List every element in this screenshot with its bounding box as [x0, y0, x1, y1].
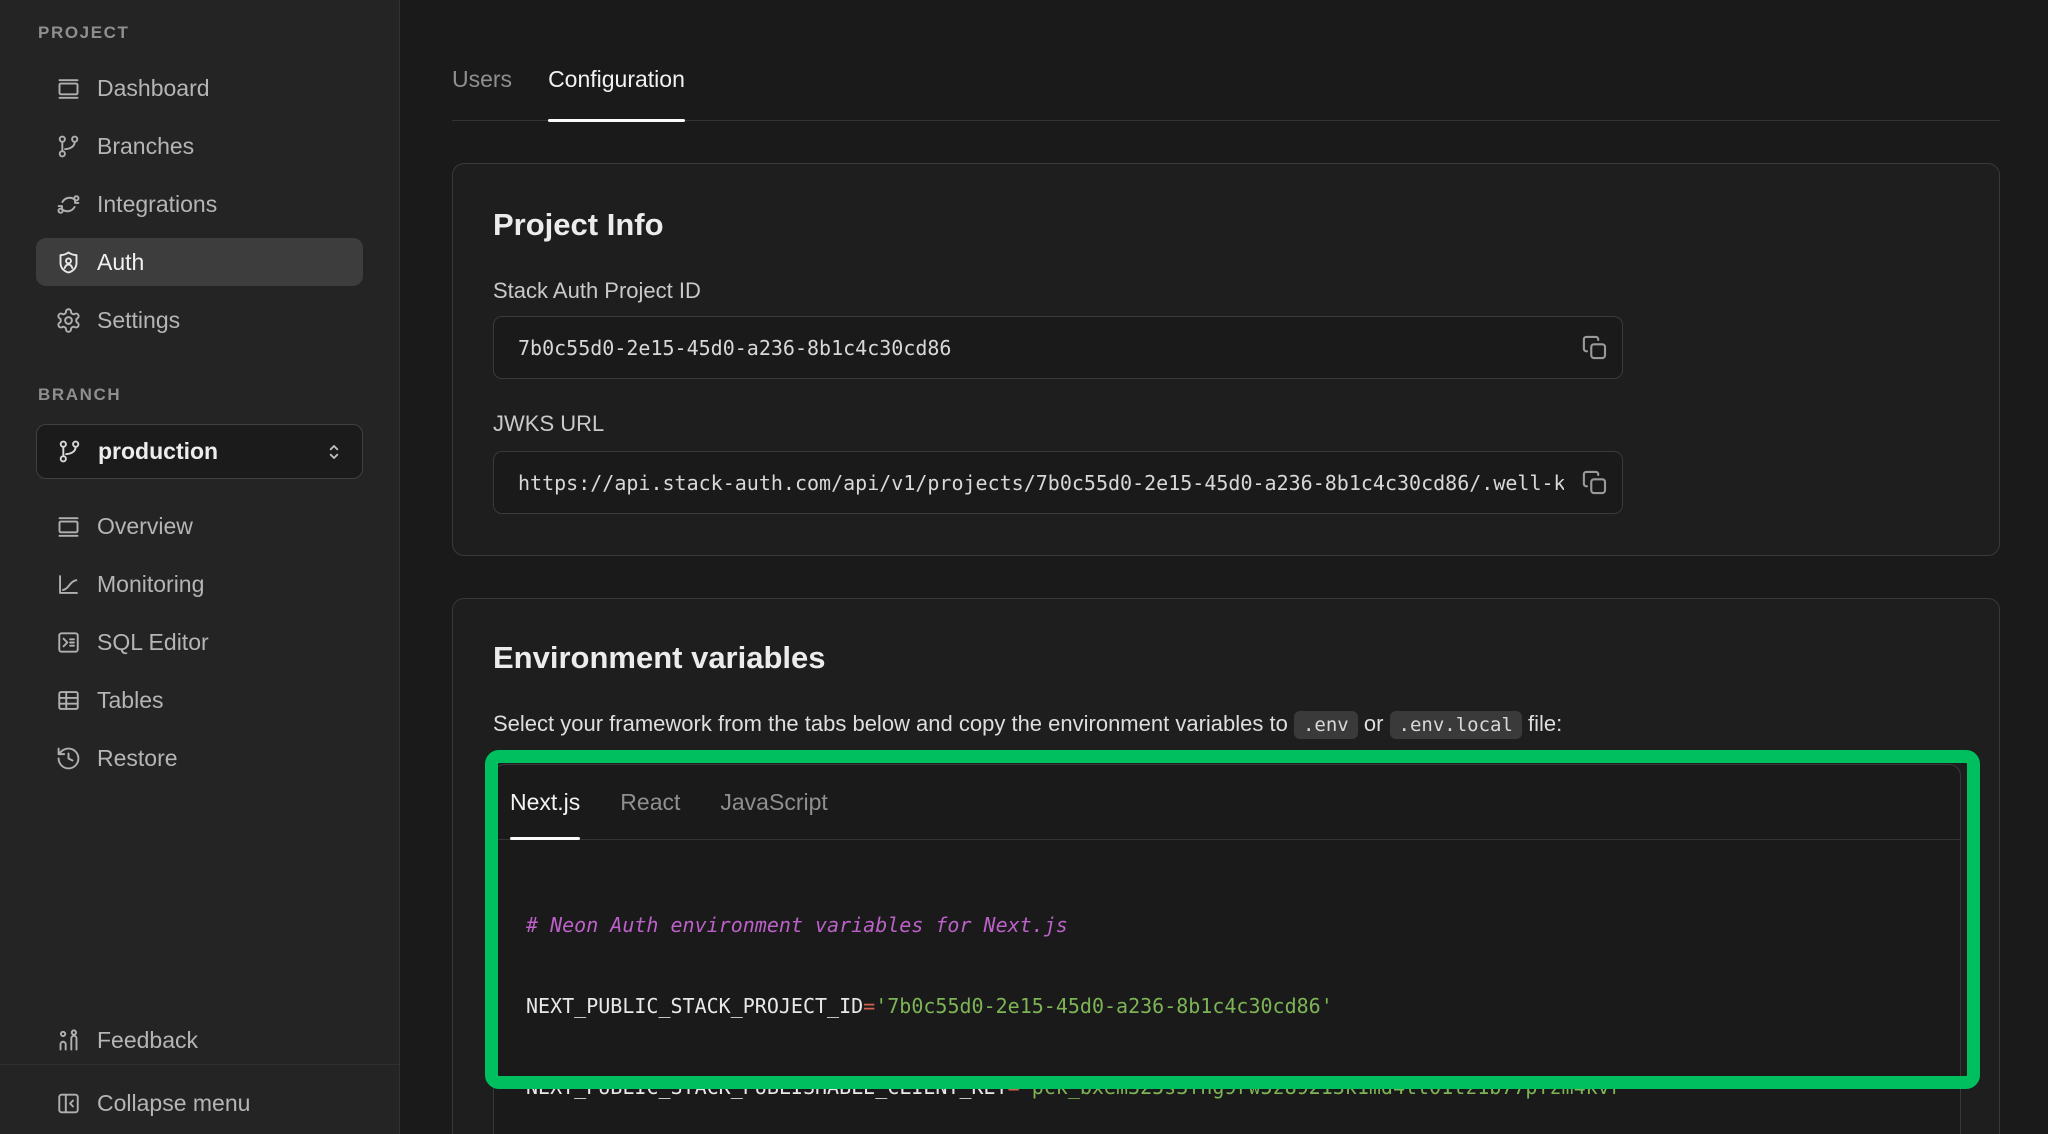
env-local-file-chip: .env.local [1390, 711, 1522, 739]
branch-section-label: BRANCH [36, 385, 363, 405]
sidebar-item-monitoring[interactable]: Monitoring [36, 560, 363, 608]
sidebar-item-label: Collapse menu [97, 1090, 250, 1117]
settings-gear-icon [55, 307, 82, 334]
page-tabs: Users Configuration [452, 64, 2000, 121]
sidebar: PROJECT Dashboard Branches [0, 0, 400, 1134]
monitoring-chart-icon [55, 571, 82, 598]
sidebar-item-dashboard[interactable]: Dashboard [36, 64, 363, 112]
sidebar-item-restore[interactable]: Restore [36, 734, 363, 782]
description-text: Select your framework from the tabs belo… [493, 711, 1294, 736]
tab-javascript[interactable]: JavaScript [720, 765, 827, 839]
code-equals: = [863, 994, 875, 1018]
sidebar-item-label: Integrations [97, 191, 217, 218]
overview-icon [55, 513, 82, 540]
sidebar-item-label: Monitoring [97, 571, 204, 598]
env-snippet-widget: Next.js React JavaScript # Neon Auth env… [493, 764, 1961, 1134]
framework-tabs: Next.js React JavaScript [494, 765, 1960, 840]
sidebar-item-feedback[interactable]: Feedback [36, 1016, 363, 1064]
sidebar-item-label: Branches [97, 133, 194, 160]
environment-variables-description: Select your framework from the tabs belo… [493, 707, 1959, 742]
copy-icon [1580, 468, 1610, 498]
panel-collapse-icon [55, 1090, 82, 1117]
tab-users[interactable]: Users [452, 64, 512, 120]
branches-icon [55, 133, 82, 160]
sidebar-item-label: SQL Editor [97, 629, 209, 656]
tables-grid-icon [55, 687, 82, 714]
auth-shield-icon [55, 249, 82, 276]
description-text: or [1358, 711, 1390, 736]
project-info-card: Project Info Stack Auth Project ID 7b0c5… [452, 163, 2000, 556]
copy-jwks-url-button[interactable] [1580, 468, 1610, 498]
jwks-url-field[interactable]: https://api.stack-auth.com/api/v1/projec… [493, 451, 1623, 514]
project-id-value: 7b0c55d0-2e15-45d0-a236-8b1c4c30cd86 [518, 336, 951, 360]
jwks-url-value: https://api.stack-auth.com/api/v1/projec… [518, 471, 1564, 495]
code-var-value: 'pck_bxem325s3fng9rw5z89213k1md4tt01tz1b… [1020, 1075, 1634, 1099]
sidebar-item-overview[interactable]: Overview [36, 502, 363, 550]
sidebar-item-sql-editor[interactable]: SQL Editor [36, 618, 363, 666]
code-var-name: NEXT_PUBLIC_STACK_PROJECT_ID [526, 994, 863, 1018]
sidebar-item-label: Dashboard [97, 75, 210, 102]
code-comment: # Neon Auth environment variables for Ne… [526, 913, 1068, 937]
sidebar-item-label: Auth [97, 249, 144, 276]
env-file-chip: .env [1294, 711, 1358, 739]
sidebar-item-label: Feedback [97, 1027, 198, 1054]
chevrons-up-down-icon [322, 440, 346, 464]
sidebar-item-label: Overview [97, 513, 193, 540]
restore-history-icon [55, 745, 82, 772]
sidebar-item-tables[interactable]: Tables [36, 676, 363, 724]
sidebar-item-label: Restore [97, 745, 178, 772]
sql-editor-icon [55, 629, 82, 656]
copy-project-id-button[interactable] [1580, 333, 1610, 363]
sidebar-item-label: Tables [97, 687, 163, 714]
integrations-icon [55, 191, 82, 218]
project-id-label: Stack Auth Project ID [493, 276, 1959, 306]
code-var-name: NEXT_PUBLIC_STACK_PUBLISHABLE_CLIENT_KEY [526, 1075, 1008, 1099]
dashboard-icon [55, 75, 82, 102]
code-equals: = [1008, 1075, 1020, 1099]
collapse-menu-button[interactable]: Collapse menu [36, 1079, 363, 1127]
project-section-label: PROJECT [36, 23, 363, 43]
tab-configuration[interactable]: Configuration [548, 64, 685, 120]
environment-variables-card: Environment variables Select your framew… [452, 598, 2000, 1134]
app-window: PROJECT Dashboard Branches [0, 0, 2048, 1134]
code-var-value: '7b0c55d0-2e15-45d0-a236-8b1c4c30cd86' [875, 994, 1333, 1018]
sidebar-item-branches[interactable]: Branches [36, 122, 363, 170]
branch-icon [56, 438, 83, 465]
sidebar-item-auth[interactable]: Auth [36, 238, 363, 286]
branch-selector-value: production [98, 438, 322, 465]
environment-variables-title: Environment variables [493, 635, 1959, 681]
tab-react[interactable]: React [620, 765, 680, 839]
env-code-block: # Neon Auth environment variables for Ne… [494, 840, 1960, 1134]
sidebar-item-label: Settings [97, 307, 180, 334]
copy-icon [1580, 333, 1610, 363]
project-info-title: Project Info [493, 202, 1959, 248]
sidebar-item-integrations[interactable]: Integrations [36, 180, 363, 228]
feedback-people-icon [55, 1027, 82, 1054]
project-id-field[interactable]: 7b0c55d0-2e15-45d0-a236-8b1c4c30cd86 [493, 316, 1623, 379]
tab-nextjs[interactable]: Next.js [510, 765, 580, 839]
branch-selector[interactable]: production [36, 424, 363, 479]
jwks-url-label: JWKS URL [493, 409, 1959, 439]
main-content: Users Configuration Project Info Stack A… [401, 0, 2048, 1134]
sidebar-item-settings[interactable]: Settings [36, 296, 363, 344]
description-text: file: [1522, 711, 1562, 736]
